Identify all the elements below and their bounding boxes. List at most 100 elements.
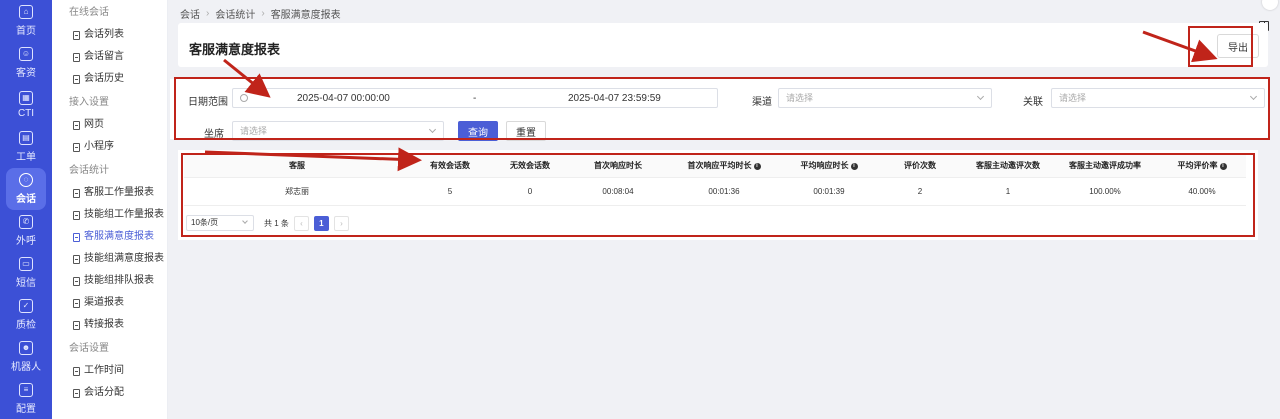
column-header: 评价次数 bbox=[876, 155, 964, 177]
column-header-with-info: 平均响应时长 i bbox=[782, 155, 876, 177]
pagination: 10条/页 共 1 条 ‹ 1 › bbox=[186, 215, 349, 231]
report-table-panel: 客服 有效会话数 无效会话数 首次响应时长 首次响应平均时长 i 平均响应时长 i … bbox=[178, 150, 1258, 240]
menu-item-session-list[interactable]: 会话列表 bbox=[52, 24, 167, 46]
title-bar: 客服满意度报表 导出 bbox=[178, 23, 1268, 67]
document-icon bbox=[73, 254, 80, 264]
menu-item-skill-satisfaction[interactable]: 技能组满意度报表 bbox=[52, 248, 167, 270]
document-icon bbox=[73, 366, 80, 376]
nav-label: 质检 bbox=[16, 320, 36, 331]
nav-label: 配置 bbox=[16, 404, 36, 415]
info-icon[interactable]: i bbox=[850, 162, 858, 170]
menu-item-transfer-report[interactable]: 转接报表 bbox=[52, 314, 167, 336]
nav-label: 机器人 bbox=[11, 362, 41, 373]
nav-label: 短信 bbox=[16, 278, 36, 289]
date-start[interactable]: 2025-04-07 00:00:00 bbox=[297, 93, 390, 104]
date-range-picker[interactable]: 2025-04-07 00:00:00 - 2025-04-07 23:59:5… bbox=[232, 88, 718, 108]
table-cell: 2 bbox=[876, 176, 964, 206]
page-number-button[interactable]: 1 bbox=[313, 215, 329, 231]
nav-outbound[interactable]: ✆ 外呼 bbox=[0, 210, 52, 252]
channel-label: 渠道 bbox=[752, 97, 772, 108]
prev-page-button[interactable]: ‹ bbox=[293, 215, 309, 231]
table-cell: 1 bbox=[964, 176, 1052, 206]
column-header-label: 平均评价率 bbox=[1177, 161, 1218, 171]
nav-customers[interactable]: ☺ 客资 bbox=[0, 42, 52, 84]
document-icon bbox=[73, 276, 80, 286]
nav-label: 工单 bbox=[16, 152, 36, 163]
menu-item-mini-program[interactable]: 小程序 bbox=[52, 136, 167, 158]
relation-placeholder: 请选择 bbox=[1059, 93, 1087, 103]
breadcrumb-item: 客服满意度报表 bbox=[270, 10, 341, 21]
info-icon[interactable]: i bbox=[753, 162, 761, 170]
menu-group-settings: 会话设置 bbox=[69, 343, 109, 354]
menu-item-label: 网页 bbox=[84, 119, 104, 130]
chevron-down-icon bbox=[1249, 92, 1258, 101]
nav-cti[interactable]: ▦ CTI bbox=[0, 84, 52, 126]
menu-item-label: 渠道报表 bbox=[84, 297, 124, 308]
document-icon bbox=[73, 142, 80, 152]
floating-icon[interactable] bbox=[1262, 0, 1278, 10]
export-button[interactable]: 导出 bbox=[1217, 34, 1259, 58]
date-end[interactable]: 2025-04-07 23:59:59 bbox=[568, 93, 661, 104]
column-header: 客服主动邀评次数 bbox=[964, 155, 1052, 177]
seat-select[interactable]: 请选择 bbox=[232, 121, 444, 141]
menu-item-agent-satisfaction[interactable]: 客服满意度报表 bbox=[52, 226, 167, 248]
reset-button[interactable]: 重置 bbox=[506, 121, 546, 141]
menu-group-stats: 会话统计 bbox=[69, 165, 109, 176]
breadcrumb-item[interactable]: 会话 bbox=[180, 6, 200, 21]
menu-item-label: 客服工作量报表 bbox=[84, 187, 154, 198]
grid-icon: ▦ bbox=[19, 91, 33, 105]
nav-sessions[interactable]: ◌ 会话 bbox=[6, 168, 46, 210]
menu-item-skill-queue[interactable]: 技能组排队报表 bbox=[52, 270, 167, 292]
document-icon bbox=[73, 30, 80, 40]
column-header-with-info: 首次响应平均时长 i bbox=[666, 155, 782, 177]
nav-robot[interactable]: ☻ 机器人 bbox=[0, 336, 52, 378]
breadcrumb-separator: › bbox=[206, 8, 210, 19]
menu-item-session-assign[interactable]: 会话分配 bbox=[52, 382, 167, 404]
document-icon bbox=[73, 298, 80, 308]
report-table: 客服 有效会话数 无效会话数 首次响应时长 首次响应平均时长 i 平均响应时长 i … bbox=[184, 155, 1246, 206]
breadcrumb-item[interactable]: 会话统计 bbox=[215, 6, 255, 21]
document-icon bbox=[73, 232, 80, 242]
info-icon[interactable]: i bbox=[1219, 162, 1227, 170]
date-separator: - bbox=[473, 93, 477, 104]
users-icon: ☺ bbox=[19, 47, 33, 61]
nav-home[interactable]: ⌂ 首页 bbox=[0, 0, 52, 42]
table-cell: 40.00% bbox=[1158, 176, 1246, 206]
relation-select[interactable]: 请选择 bbox=[1051, 88, 1265, 108]
nav-label: 会话 bbox=[16, 194, 36, 205]
menu-item-webpage[interactable]: 网页 bbox=[52, 114, 167, 136]
column-header-with-info: 平均评价率 i bbox=[1158, 155, 1246, 177]
menu-item-session-history[interactable]: 会话历史 bbox=[52, 68, 167, 90]
inspect-icon: ✓ bbox=[19, 299, 33, 313]
config-icon: ≡ bbox=[19, 383, 33, 397]
menu-group-online: 在线会话 bbox=[69, 7, 109, 18]
table-cell: 00:01:36 bbox=[666, 176, 782, 206]
menu-item-work-time[interactable]: 工作时间 bbox=[52, 360, 167, 382]
menu-item-session-message[interactable]: 会话留言 bbox=[52, 46, 167, 68]
main-nav-rail: ⌂ 首页 ☺ 客资 ▦ CTI ▤ 工单 ◌ 会话 ✆ 外呼 ▭ 短信 ✓ 质检 ☻ 机器人 ≡ 配… bbox=[0, 0, 52, 419]
column-header: 首次响应时长 bbox=[570, 155, 666, 177]
nav-config[interactable]: ≡ 配置 bbox=[0, 378, 52, 419]
next-page-button[interactable]: › bbox=[333, 215, 349, 231]
nav-tickets[interactable]: ▤ 工单 bbox=[0, 126, 52, 168]
nav-label: CTI bbox=[17, 108, 35, 119]
menu-item-label: 工作时间 bbox=[84, 365, 124, 376]
menu-item-label: 小程序 bbox=[84, 141, 114, 152]
table-cell: 郑志丽 bbox=[184, 176, 410, 206]
menu-item-label: 会话分配 bbox=[84, 387, 124, 398]
table-cell: 0 bbox=[490, 176, 570, 206]
menu-item-skill-workload[interactable]: 技能组工作量报表 bbox=[52, 204, 167, 226]
query-button[interactable]: 查询 bbox=[458, 121, 498, 141]
nav-sms[interactable]: ▭ 短信 bbox=[0, 252, 52, 294]
column-header-label: 首次响应平均时长 bbox=[687, 161, 752, 171]
channel-select[interactable]: 请选择 bbox=[778, 88, 992, 108]
column-header-label: 平均响应时长 bbox=[800, 161, 849, 171]
breadcrumb: 会话 › 会话统计 › 客服满意度报表 bbox=[180, 6, 341, 21]
menu-item-channel-report[interactable]: 渠道报表 bbox=[52, 292, 167, 314]
page-title: 客服满意度报表 bbox=[189, 42, 281, 57]
menu-item-agent-workload[interactable]: 客服工作量报表 bbox=[52, 182, 167, 204]
page-size-select[interactable]: 10条/页 bbox=[186, 215, 254, 231]
chevron-down-icon bbox=[242, 218, 248, 224]
breadcrumb-separator: › bbox=[261, 8, 265, 19]
nav-quality[interactable]: ✓ 质检 bbox=[0, 294, 52, 336]
